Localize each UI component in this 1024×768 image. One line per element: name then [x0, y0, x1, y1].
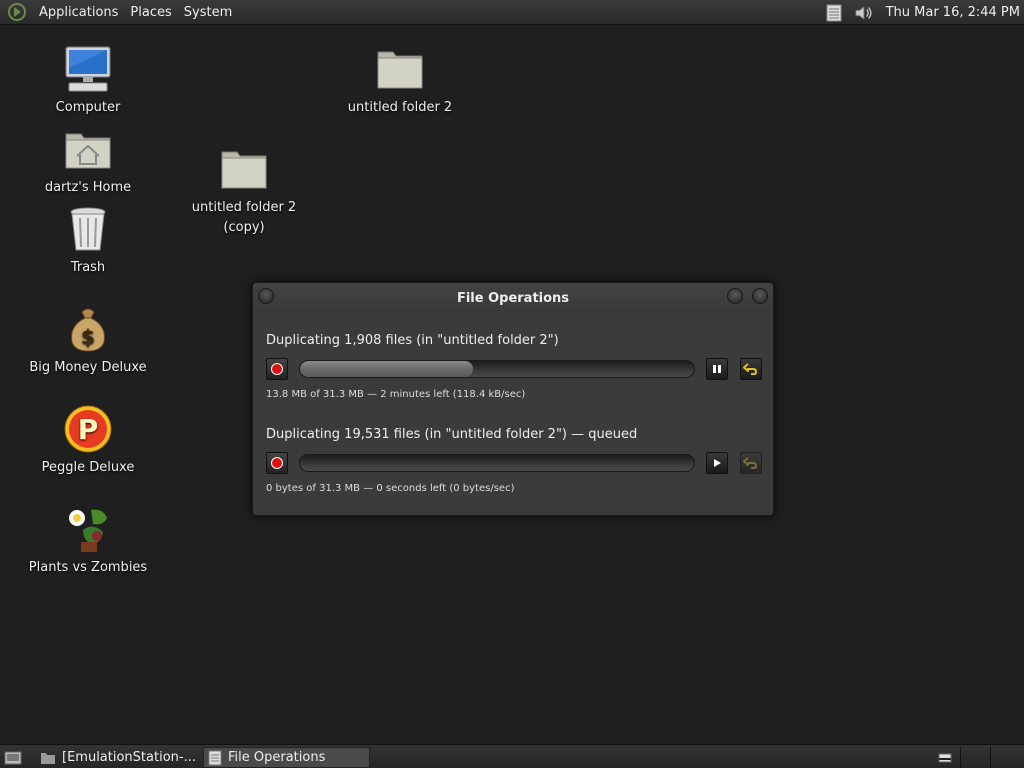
desktop-icon-label: untitled folder 2: [347, 100, 453, 115]
desktop-icon-big-money[interactable]: $ Big Money Deluxe: [23, 304, 153, 378]
desktop-icon-label: Big Money Deluxe: [29, 360, 147, 375]
folder-icon: [221, 151, 267, 189]
operation-label: Duplicating 19,531 files (in "untitled f…: [266, 427, 638, 442]
operation-status: 13.8 MB of 31.3 MB — 2 minutes left (118…: [266, 389, 526, 400]
desktop-icon-home[interactable]: dartz's Home: [23, 124, 153, 198]
desktop-icon-trash[interactable]: Trash: [23, 204, 153, 278]
operation-controls: [266, 451, 766, 475]
folder-icon: [377, 51, 423, 89]
play-icon: [714, 459, 721, 467]
menu-places[interactable]: Places: [124, 0, 177, 25]
progress-bar: [299, 360, 695, 378]
undo-icon: [743, 457, 757, 469]
close-button[interactable]: [752, 288, 768, 304]
home-folder-icon: [65, 133, 111, 169]
pause-icon: [713, 365, 721, 373]
operation-label: Duplicating 1,908 files (in "untitled fo…: [266, 333, 559, 348]
computer-icon: [65, 46, 111, 92]
desktop-icon-peggle[interactable]: P Peggle Deluxe: [23, 404, 153, 478]
dialog-title: File Operations: [456, 291, 570, 306]
trash-icon: [70, 207, 106, 251]
operation-row: Duplicating 19,531 files (in "untitled f…: [266, 427, 766, 442]
cancel-record-button[interactable]: [266, 358, 288, 380]
undo-icon: [743, 363, 757, 375]
notes-icon[interactable]: [824, 3, 844, 23]
operation-controls: [266, 357, 766, 381]
document-icon: [208, 750, 222, 765]
plants-vs-zombies-icon: [69, 509, 107, 552]
taskbar-item-emulationstation[interactable]: [EmulationStation-...: [36, 747, 198, 768]
svg-text:$: $: [81, 325, 95, 349]
top-panel: Applications Places System Thu Mar 16, 2…: [0, 0, 1024, 25]
record-icon: [271, 457, 283, 469]
play-button[interactable]: [706, 452, 728, 474]
progress-fill: [300, 361, 474, 377]
operation-row: Duplicating 1,908 files (in "untitled fo…: [266, 333, 766, 348]
desktop-icon-label: Trash: [70, 260, 106, 275]
undo-button[interactable]: [740, 452, 762, 474]
desktop-icon-label: dartz's Home: [44, 180, 132, 195]
desktop-icon-pvz[interactable]: Plants vs Zombies: [23, 504, 153, 578]
svg-text:P: P: [78, 413, 99, 446]
distro-logo-icon[interactable]: [7, 2, 27, 22]
pause-button[interactable]: [706, 358, 728, 380]
desktop-icon-label: Plants vs Zombies: [28, 560, 148, 575]
desktop-icon-label: Computer: [55, 100, 121, 115]
menu-system[interactable]: System: [178, 0, 238, 25]
record-icon: [271, 363, 283, 375]
show-desktop-button[interactable]: [2, 747, 24, 768]
volume-icon[interactable]: [854, 3, 874, 23]
peggle-icon: P: [64, 405, 112, 453]
file-operations-dialog: File Operations Duplicating 1,908 files …: [252, 282, 774, 516]
undo-button[interactable]: [740, 358, 762, 380]
workspace-1[interactable]: [960, 747, 990, 768]
progress-bar: [299, 454, 695, 472]
panel-clock[interactable]: Thu Mar 16, 2:44 PM: [886, 5, 1020, 20]
taskbar-item-label: File Operations: [228, 750, 326, 765]
operation-status: 0 bytes of 31.3 MB — 0 seconds left (0 b…: [266, 483, 515, 494]
desktop-icon-computer[interactable]: Computer: [23, 44, 153, 118]
money-bag-icon: $: [71, 308, 105, 352]
menu-applications[interactable]: Applications: [33, 0, 124, 25]
folder-icon: [41, 752, 55, 764]
bottom-panel: [EmulationStation-... File Operations: [0, 744, 1024, 768]
show-desktop-icon: [4, 751, 22, 764]
desktop-icon-label: untitled folder 2 (copy): [191, 200, 297, 235]
workspace-2[interactable]: [990, 747, 1024, 768]
taskbar-item-label: [EmulationStation-...: [62, 750, 196, 765]
taskbar-item-file-operations[interactable]: File Operations: [203, 747, 370, 768]
minimize-button[interactable]: [727, 288, 743, 304]
desktop-icon-label: Peggle Deluxe: [41, 460, 135, 475]
cancel-record-button[interactable]: [266, 452, 288, 474]
trash-applet-icon[interactable]: [938, 752, 952, 763]
panel-tray: Thu Mar 16, 2:44 PM: [824, 0, 1020, 25]
dialog-titlebar[interactable]: File Operations: [253, 283, 773, 313]
desktop-icon-untitled-folder-2[interactable]: untitled folder 2: [335, 44, 465, 118]
desktop-icon-untitled-folder-2-copy[interactable]: untitled folder 2 (copy): [179, 144, 309, 238]
